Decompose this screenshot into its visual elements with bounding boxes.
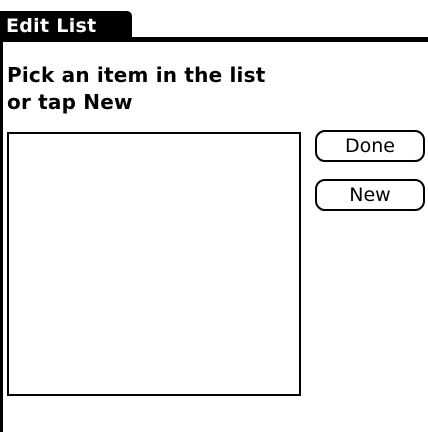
form-title: Edit List — [0, 11, 132, 42]
instruction-line-1: Pick an item in the list — [7, 63, 266, 87]
form-left-border — [0, 42, 3, 432]
item-list[interactable] — [7, 132, 301, 396]
instruction-line-2: or tap New — [7, 90, 133, 114]
done-button[interactable]: Done — [315, 130, 425, 162]
title-divider — [132, 37, 428, 42]
new-button[interactable]: New — [315, 179, 425, 211]
instruction-text: Pick an item in the list or tap New — [7, 62, 327, 116]
